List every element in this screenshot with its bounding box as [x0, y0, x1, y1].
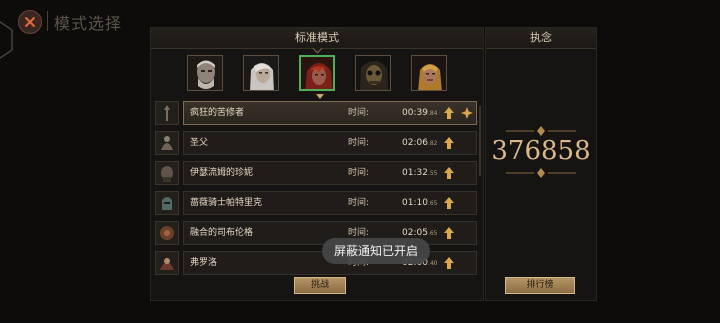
score-panel-title: 执念 — [530, 31, 552, 44]
boss-name: 融合的司布伦格 — [190, 228, 254, 238]
portrait-row — [187, 55, 447, 95]
list-item[interactable]: 蔷薇骑士帕特里克 时间: 01:10.65 — [151, 191, 483, 215]
mode-panel-title: 标准模式 — [295, 31, 339, 44]
header-notch-icon — [312, 43, 323, 54]
time-label: 时间: — [348, 168, 370, 178]
score-panel: 执念 376858 — [485, 27, 597, 301]
challenge-button[interactable]: 挑战 — [294, 277, 346, 294]
portrait-blonde-woman[interactable] — [411, 55, 447, 91]
boss-name: 伊瑟流姆的珍妮 — [190, 168, 254, 178]
mode-panel-header: 标准模式 — [151, 28, 483, 54]
list-item[interactable]: 伊瑟流姆的珍妮 时间: 01:32.55 — [151, 161, 483, 185]
notification-toast: 屏蔽通知已开启 — [322, 238, 430, 264]
hexagon-frame-icon — [0, 21, 13, 59]
list-item[interactable]: 弗罗洛 时间: 02:00.40 — [151, 251, 483, 275]
rank-up-icon — [444, 197, 454, 209]
clear-time: 01:10.65 — [402, 198, 438, 208]
blonde-woman-portrait-icon — [412, 56, 446, 90]
rank-up-icon — [444, 137, 454, 149]
boss-name: 疯狂的苦修者 — [190, 108, 245, 118]
ornament-top-icon — [506, 126, 576, 136]
page-title: 模式选择 — [54, 14, 123, 33]
boss-name: 蔷薇骑士帕特里克 — [190, 198, 263, 208]
clear-time: 01:32.55 — [402, 168, 438, 178]
boss-icon — [155, 191, 179, 215]
score-panel-header: 执念 — [486, 28, 596, 49]
old-man-portrait-icon — [188, 56, 222, 90]
mode-panel: 标准模式 疯狂的苦修者 时间: 00:39.84 圣父 时间: 02:06.82… — [150, 27, 484, 301]
list-item-bar: 蔷薇骑士帕特里克 时间: 01:10.65 — [183, 191, 477, 215]
obsession-score: 376858 — [491, 136, 591, 166]
portrait-white-haired-woman[interactable] — [243, 55, 279, 91]
rank-up-icon — [444, 107, 454, 119]
hooded-skull-portrait-icon — [356, 56, 390, 90]
boss-icon — [155, 101, 179, 125]
rank-up-icon — [444, 227, 454, 239]
time-label: 时间: — [348, 108, 370, 118]
list-item-bar: 圣父 时间: 02:06.82 — [183, 131, 477, 155]
list-item[interactable]: 融合的司布伦格 时间: 02:05.65 — [151, 221, 483, 245]
clear-time: 02:06.82 — [402, 138, 438, 148]
list-item[interactable]: 疯狂的苦修者 时间: 00:39.84 — [151, 101, 483, 125]
list-item[interactable]: 圣父 时间: 02:06.82 — [151, 131, 483, 155]
rank-up-icon — [444, 167, 454, 179]
boss-icon — [155, 251, 179, 275]
clear-time: 00:39.84 — [402, 108, 438, 118]
portrait-red-hooded-woman[interactable] — [299, 55, 335, 91]
list-item-bar: 疯狂的苦修者 时间: 00:39.84 — [183, 101, 477, 125]
rank-up-icon — [444, 257, 454, 269]
boss-name: 弗罗洛 — [190, 258, 218, 268]
boss-name: 圣父 — [190, 138, 209, 148]
time-label: 时间: — [348, 198, 370, 208]
list-scrollbar[interactable] — [479, 106, 481, 176]
close-button[interactable] — [18, 10, 42, 34]
portrait-old-man[interactable] — [187, 55, 223, 91]
portrait-hooded-skull[interactable] — [355, 55, 391, 91]
white-haired-woman-portrait-icon — [244, 56, 278, 90]
red-hooded-woman-portrait-icon — [301, 57, 333, 89]
selected-marker-icon — [316, 94, 324, 99]
ornament-bottom-icon — [506, 168, 576, 178]
ranking-button[interactable]: 排行榜 — [505, 277, 575, 294]
boss-icon — [155, 161, 179, 185]
title-divider — [47, 11, 48, 31]
list-item-bar: 伊瑟流姆的珍妮 时间: 01:32.55 — [183, 161, 477, 185]
close-icon — [25, 17, 35, 27]
star-icon — [461, 107, 473, 119]
boss-icon — [155, 131, 179, 155]
time-label: 时间: — [348, 138, 370, 148]
boss-icon — [155, 221, 179, 245]
